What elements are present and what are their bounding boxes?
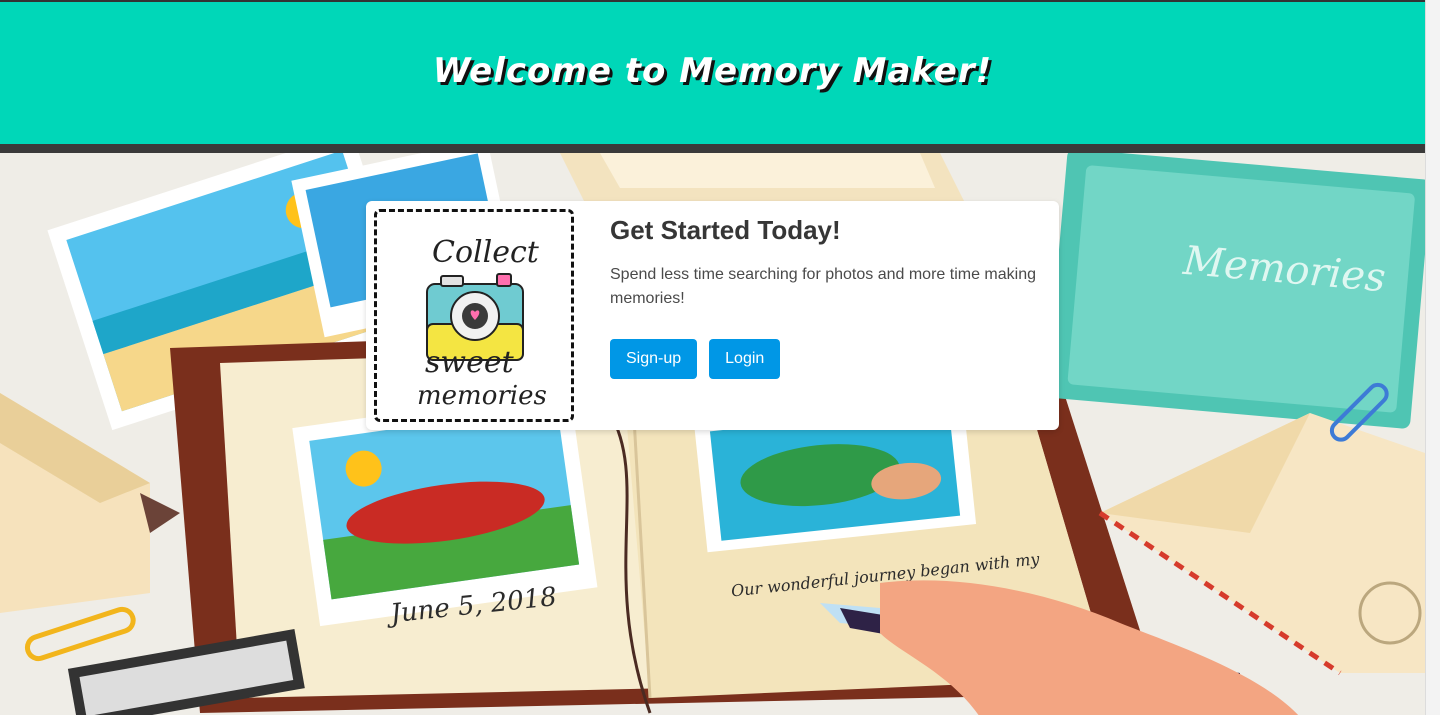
card-content: Get Started Today! Spend less time searc… [610, 215, 1050, 380]
header-divider [0, 144, 1425, 153]
collect-sweet-memories-image: Collect sweet memories [374, 209, 574, 422]
get-started-card: Collect sweet memories Get Started Today… [366, 201, 1059, 430]
site-header: Welcome to Memory Maker! [0, 2, 1425, 144]
site-title: Welcome to Memory Maker! [432, 51, 993, 91]
window-scrollbar[interactable] [1425, 0, 1440, 715]
image-text-memories: memories [417, 381, 547, 411]
image-text-collect: Collect [432, 235, 540, 270]
image-text-sweet: sweet [425, 345, 515, 380]
card-description: Spend less time searching for photos and… [610, 266, 1036, 308]
login-button[interactable]: Login [709, 339, 781, 380]
page: Welcome to Memory Maker! June 5, 2018 Ou… [0, 0, 1425, 715]
card-title: Get Started Today! [610, 215, 841, 245]
memories-book-graphic: Memories [1046, 153, 1425, 429]
signup-button[interactable]: Sign-up [610, 339, 698, 380]
button-group: Sign-up Login [610, 339, 1050, 380]
